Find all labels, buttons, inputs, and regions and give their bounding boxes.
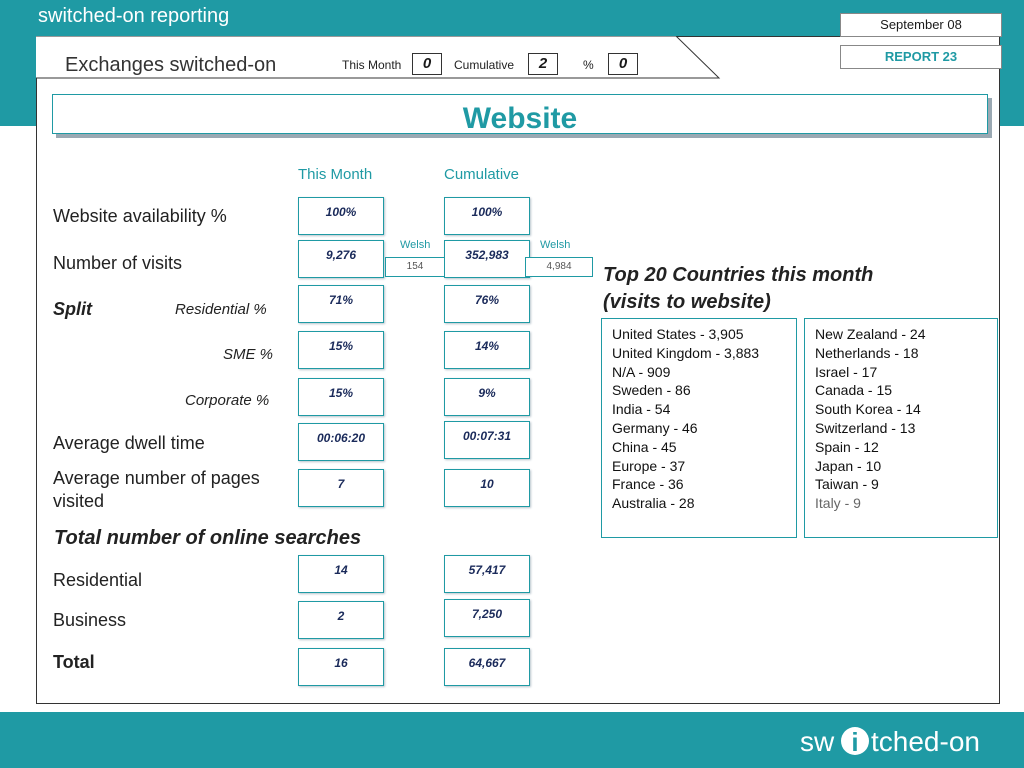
searches-business-cumulative-value: 7,250 [444,599,530,637]
top-countries-title-line1: Top 20 Countries this month [603,264,874,286]
pages-visited-month-value: 7 [298,469,384,507]
dwell-time-month-value: 00:06:20 [298,423,384,461]
country-item: Canada - 15 [815,382,893,399]
date-box: September 08 [840,13,1002,37]
exchanges-title: Exchanges switched-on [65,54,277,76]
searches-residential-label: Residential [53,570,143,590]
welsh-cumulative-label: Welsh [540,239,571,251]
searches-total-label: Total [53,652,95,672]
header-percent-value: 0 [608,53,638,75]
section-banner: Website [52,94,988,135]
top-countries-title: Top 20 Countries this month (visits to w… [603,262,873,316]
searches-business-month-value: 2 [298,601,384,639]
top-countries-title-line2: (visits to website) [603,291,771,313]
sme-pct-cumulative-value: 14% [444,331,530,369]
country-item: New Zealand - 24 [815,326,926,342]
header-cumulative-value: 2 [528,53,558,75]
visits-label: Number of visits [53,253,183,273]
country-item: N/A - 909 [612,363,671,380]
country-item: China - 45 [612,438,677,455]
country-item: France - 36 [612,476,684,493]
corporate-pct-month-value: 15% [298,378,384,416]
country-item: India - 54 [612,401,671,418]
header-percent-label: % [583,58,594,72]
country-item: Taiwan - 9 [815,476,879,493]
country-item: Italy - 9 [815,495,861,512]
searches-total-cumulative-value: 64,667 [444,648,530,686]
country-item: Japan - 10 [815,457,882,474]
header-this-month-label: This Month [342,58,402,72]
pages-visited-cumulative-value: 10 [444,469,530,507]
corporate-pct-label: Corporate % [185,392,270,409]
visits-month-value: 9,276 [298,240,384,278]
sme-pct-label: SME % [223,346,274,363]
country-item: Australia - 28 [612,495,695,512]
countries-list-2: New Zealand - 24 Netherlands - 18 Israel… [804,318,998,538]
welsh-cumulative-value: 4,984 [525,257,593,277]
availability-month-value: 100% [298,197,384,235]
dwell-time-cumulative-value: 00:07:31 [444,421,530,459]
countries-list-1: United States - 3,905 United Kingdom - 3… [601,318,797,538]
country-item: Europe - 37 [612,457,686,474]
country-item: United Kingdom - 3,883 [612,344,760,361]
app-title: switched-on reporting [38,5,230,27]
switched-on-logo: sw i tched-on [800,726,980,757]
column-header-this-month: This Month [298,166,373,183]
logo-text-part2: i [851,727,858,757]
country-item: United States - 3,905 [612,326,744,342]
country-item: Israel - 17 [815,363,878,380]
searches-residential-cumulative-value: 57,417 [444,555,530,593]
country-item: South Korea - 14 [815,401,921,418]
logo-text-part1: sw [800,726,835,757]
visits-cumulative-value: 352,983 [444,240,530,278]
searches-residential-month-value: 14 [298,555,384,593]
availability-label: Website availability % [53,206,227,226]
section-title: Website [462,102,578,135]
column-header-cumulative: Cumulative [444,166,520,183]
country-item: Spain - 12 [815,438,879,455]
pages-visited-label: Average number of pages visited [53,468,260,511]
header-this-month-value: 0 [412,53,442,75]
split-label: Split [53,299,92,319]
country-item: Netherlands - 18 [815,344,919,361]
availability-cumulative-value: 100% [444,197,530,235]
welsh-month-label: Welsh [400,239,431,251]
country-item: Germany - 46 [612,419,698,436]
searches-business-label: Business [53,610,127,630]
report-number-box: REPORT 23 [840,45,1002,69]
sme-pct-month-value: 15% [298,331,384,369]
corporate-pct-cumulative-value: 9% [444,378,530,416]
welsh-month-value: 154 [385,257,445,277]
logo-text-part3: tched-on [871,726,980,757]
residential-pct-month-value: 71% [298,285,384,323]
country-item: Switzerland - 13 [815,419,916,436]
residential-pct-label: Residential % [175,301,267,318]
header-cumulative-label: Cumulative [454,58,515,72]
online-searches-title: Total number of online searches [54,527,362,549]
residential-pct-cumulative-value: 76% [444,285,530,323]
dwell-time-label: Average dwell time [53,433,205,453]
country-item: Sweden - 86 [612,382,691,399]
searches-total-month-value: 16 [298,648,384,686]
